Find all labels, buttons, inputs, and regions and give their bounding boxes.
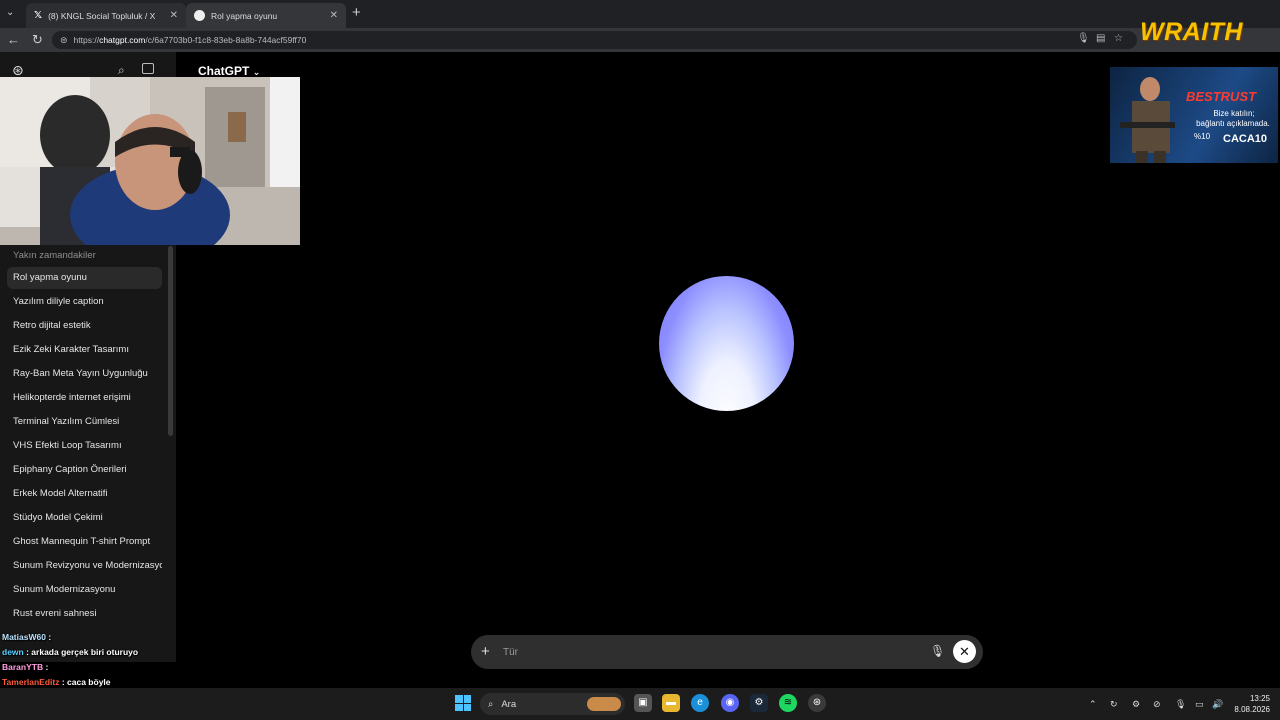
sponsor-code: CACA10: [1223, 133, 1268, 145]
sidebar-conversation-item[interactable]: Ghost Mannequin T-shirt Prompt: [7, 531, 162, 553]
bookmark-star-icon[interactable]: ☆: [1114, 33, 1123, 44]
tab-title: Rol yapma oyunu: [211, 10, 278, 21]
steam-tray-icon[interactable]: ⚙: [1132, 699, 1140, 710]
tab-title: (8) KNGL Social Topluluk / X: [48, 10, 156, 21]
taskbar-search-label: Ara: [501, 698, 517, 710]
close-tab-icon[interactable]: ✕: [170, 10, 178, 21]
chat-username: MatiasW60: [2, 632, 46, 642]
sidebar-conversation-item[interactable]: Terminal Yazılım Cümlesi: [7, 411, 162, 433]
network-off-icon[interactable]: ⊘: [1153, 699, 1161, 710]
chat-text: :: [45, 662, 49, 672]
chat-message: TamerlanEditz : caca böyle: [2, 677, 111, 687]
sponsor-title: BESTRUST: [1186, 89, 1257, 104]
end-voice-button[interactable]: ✕: [953, 640, 976, 663]
chat-text: : caca böyle: [61, 677, 111, 687]
tray-overflow-icon[interactable]: ⌃: [1089, 699, 1097, 710]
sidebar-conversation-item[interactable]: Epiphany Caption Önerileri: [7, 459, 162, 481]
sidebar-conversation-item[interactable]: Erkek Model Alternatifi: [7, 483, 162, 505]
clock-time: 13:25: [1249, 694, 1270, 703]
tab-chatgpt[interactable]: Rol yapma oyunu ✕: [186, 3, 346, 28]
recents-heading: Yakın zamandakiler: [13, 250, 96, 261]
volume-icon[interactable]: 🔊: [1212, 699, 1223, 710]
sync-icon[interactable]: ↻: [1110, 699, 1118, 710]
sponsor-discount: %10: [1194, 132, 1211, 141]
chatgpt-app-icon[interactable]: ⊛: [808, 694, 826, 712]
system-clock[interactable]: 13:25 8.08.2026: [1232, 693, 1270, 715]
address-bar[interactable]: ⊜ https://chatgpt.com/c/6a7703b0-f1c8-83…: [52, 31, 1137, 49]
sidebar-conversation-item[interactable]: Sunum Modernizasyonu: [7, 579, 162, 601]
windows-start-icon[interactable]: [455, 695, 471, 711]
webcam-overlay: [0, 77, 300, 245]
reload-icon[interactable]: ↻: [32, 32, 43, 48]
sidebar-conversation-item[interactable]: Rust evreni sahnesi: [7, 603, 162, 625]
chat-username: TamerlanEditz: [2, 677, 60, 687]
chatgpt-favicon-icon: [194, 10, 205, 21]
task-view-icon[interactable]: ▣: [634, 694, 652, 712]
sidebar-conversation-item[interactable]: Yazılım diliyle caption: [7, 291, 162, 313]
sidebar-toggle-icon[interactable]: [142, 63, 154, 74]
tab-x-social[interactable]: 𝕏 (8) KNGL Social Topluluk / X ✕: [26, 3, 186, 28]
sidebar-scrollbar[interactable]: [168, 246, 173, 436]
sidebar-conversation-item[interactable]: VHS Efekti Loop Tasarımı: [7, 435, 162, 457]
voice-orb: [659, 276, 794, 411]
message-input[interactable]: [503, 645, 903, 659]
model-selector[interactable]: ChatGPT ⌄: [198, 64, 260, 78]
wraith-logo: WRAITH: [1140, 18, 1243, 46]
x-logo-icon: 𝕏: [34, 10, 43, 21]
url-text: https://chatgpt.com/c/6a7703b0-f1c8-83eb…: [73, 35, 307, 45]
chat-text: :: [48, 632, 52, 642]
chevron-down-icon: ⌄: [252, 67, 261, 77]
microphone-icon[interactable]: 🎙: [930, 644, 945, 658]
clock-date: 8.08.2026: [1234, 705, 1270, 714]
reading-mode-icon[interactable]: ▤: [1096, 33, 1105, 44]
chat-message: dewn : arkada gerçek biri oturuyo: [2, 647, 138, 657]
microphone-tray-icon[interactable]: 🎙: [1175, 699, 1186, 710]
taskbar-search[interactable]: ⌕ Ara: [480, 693, 625, 715]
close-tab-icon[interactable]: ✕: [330, 10, 338, 21]
webcam-image: [0, 77, 300, 245]
sidebar-conversation-item[interactable]: Stüdyo Model Çekimi: [7, 507, 162, 529]
sidebar-conversation-item[interactable]: Sunum Revizyonu ve Modernizasyon: [7, 555, 162, 577]
sponsor-line2: bağlantı açıklamada.: [1196, 119, 1270, 128]
site-info-icon[interactable]: ⊜: [60, 35, 68, 46]
search-highlight-icon: [587, 697, 621, 711]
display-icon[interactable]: ▭: [1195, 699, 1204, 710]
chat-text: : arkada gerçek biri oturuyo: [26, 647, 139, 657]
steam-icon[interactable]: ⚙: [750, 694, 768, 712]
sidebar-conversation-item[interactable]: Ray-Ban Meta Yayın Uygunluğu: [7, 363, 162, 385]
search-icon[interactable]: ⌕: [118, 63, 125, 78]
file-explorer-icon[interactable]: ▬: [662, 694, 680, 712]
tab-search-icon[interactable]: ⌄: [6, 7, 14, 18]
sidebar-conversation-item[interactable]: Rol yapma oyunu: [7, 267, 162, 289]
discord-icon[interactable]: ◉: [721, 694, 739, 712]
chat-message: BaranYTB :: [2, 662, 48, 672]
edge-icon[interactable]: e: [691, 694, 709, 712]
chat-username: BaranYTB: [2, 662, 44, 672]
search-icon: ⌕: [488, 698, 494, 710]
sidebar-conversation-item[interactable]: Helikopterde internet erişimi: [7, 387, 162, 409]
spotify-icon[interactable]: ≋: [779, 694, 797, 712]
add-attachment-icon[interactable]: +: [481, 643, 490, 660]
sponsor-line1: Bize katılın;: [1213, 109, 1255, 118]
sidebar-conversation-item[interactable]: Retro dijital estetik: [7, 315, 162, 337]
sponsor-banner: BESTRUST Bize katılın; bağlantı açıklama…: [1110, 67, 1278, 163]
sidebar-conversation-item[interactable]: Ezik Zeki Karakter Tasarımı: [7, 339, 162, 361]
new-tab-button[interactable]: +: [352, 4, 361, 21]
back-arrow-icon[interactable]: ←: [7, 32, 20, 47]
chat-username: dewn: [2, 647, 24, 657]
chat-message: MatiasW60 :: [2, 632, 51, 642]
mic-permission-icon[interactable]: 🎙: [1077, 33, 1090, 44]
